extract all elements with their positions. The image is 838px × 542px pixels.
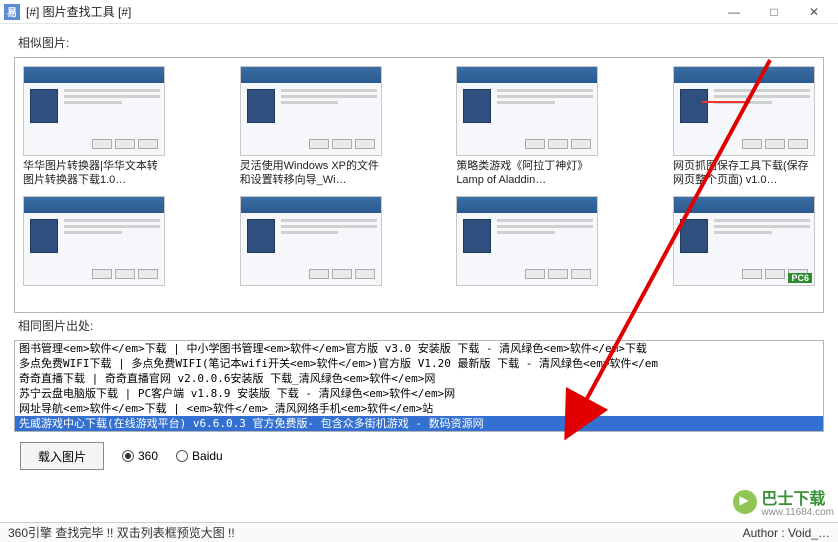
maximize-button[interactable]: □ (754, 0, 794, 24)
radio-360[interactable]: 360 (122, 449, 158, 463)
result-line-selected[interactable]: 先威游戏中心下载(在线游戏平台) v6.6.0.3 官方免费版- 包含众多街机游… (15, 416, 823, 431)
radio-dot-icon (176, 450, 188, 462)
thumbnail-image (456, 196, 598, 286)
status-left: 360引擎 查找完毕 !! 双击列表框预览大图 !! (8, 524, 235, 541)
thumbnail-item[interactable]: 策略类游戏《阿拉丁神灯》Lamp of Aladdin… (456, 66, 598, 188)
thumbnail-item[interactable] (240, 196, 382, 286)
minimize-button[interactable]: — (714, 0, 754, 24)
main-content: 相似图片: 华华图片转换器|华华文本转图片转换器下载1.0… 灵活使用Windo… (0, 24, 838, 470)
window-title: [#] 图片查找工具 [#] (26, 3, 714, 20)
thumbnail-caption: 华华图片转换器|华华文本转图片转换器下载1.0… (23, 160, 165, 188)
thumbnail-caption: 灵活使用Windows XP的文件和设置转移向导_Wi… (240, 160, 382, 188)
load-image-button[interactable]: 载入图片 (20, 442, 104, 470)
thumbnail-item[interactable]: 灵活使用Windows XP的文件和设置转移向导_Wi… (240, 66, 382, 188)
radio-dot-icon (122, 450, 134, 462)
results-list[interactable]: 图书管理<em>软件</em>下载 | 中小学图书管理<em>软件</em>官方… (14, 340, 824, 432)
result-line[interactable]: 苏宁云盘电脑版下载 | PC客户端 v1.8.9 安装版 下载 - 清风绿色<e… (15, 386, 823, 401)
watermark-text: 巴士下载 (761, 491, 825, 508)
similar-images-label: 相似图片: (18, 34, 824, 51)
status-bar: 360引擎 查找完毕 !! 双击列表框预览大图 !! Author : Void… (0, 522, 838, 542)
thumb-row: 华华图片转换器|华华文本转图片转换器下载1.0… 灵活使用Windows XP的… (23, 66, 815, 188)
thumbnail-image (240, 66, 382, 156)
app-icon: 易 (4, 4, 20, 20)
result-line[interactable]: 图书管理<em>软件</em>下载 | 中小学图书管理<em>软件</em>官方… (15, 341, 823, 356)
thumbnail-image (456, 66, 598, 156)
thumbnail-item[interactable]: 华华图片转换器|华华文本转图片转换器下载1.0… (23, 66, 165, 188)
watermark: 巴士下载 www.11684.com (733, 485, 834, 518)
thumbnail-caption: 网页抓图保存工具下载(保存网页整个页面) v1.0… (673, 160, 815, 188)
thumbnail-item[interactable] (456, 196, 598, 286)
thumbnail-caption: 策略类游戏《阿拉丁神灯》Lamp of Aladdin… (456, 160, 598, 188)
result-line[interactable]: 企管王计件工资管理<em>软件</em>下载 v8.5.7.96 官方版 (15, 431, 823, 432)
thumbnail-image: PC6 (673, 196, 815, 286)
radio-baidu[interactable]: Baidu (176, 449, 223, 463)
thumbnail-image (240, 196, 382, 286)
sources-label: 相同图片出处: (18, 317, 824, 334)
close-button[interactable]: ✕ (794, 0, 834, 24)
result-line[interactable]: 奇奇直播下载 | 奇奇直播官网 v2.0.0.6安装版 下载_清风绿色<em>软… (15, 371, 823, 386)
window-controls: — □ ✕ (714, 0, 834, 24)
result-line[interactable]: 网址导航<em>软件</em>下载 | <em>软件</em>_清风网络手机<e… (15, 401, 823, 416)
thumb-row: PC6 (23, 196, 815, 286)
status-right: Author : Void_… (743, 526, 830, 540)
similar-images-panel: 华华图片转换器|华华文本转图片转换器下载1.0… 灵活使用Windows XP的… (14, 57, 824, 313)
thumbnail-image (23, 196, 165, 286)
watermark-icon (733, 490, 757, 514)
thumbnail-item[interactable]: PC6 (673, 196, 815, 286)
pc6-badge: PC6 (788, 273, 812, 283)
thumbnail-image (673, 66, 815, 156)
thumbnail-image (23, 66, 165, 156)
bottom-controls: 载入图片 360 Baidu (14, 442, 824, 470)
thumbnail-item[interactable] (23, 196, 165, 286)
result-line[interactable]: 多点免费WIFI下载 | 多点免费WIFI(笔记本wifi开关<em>软件</e… (15, 356, 823, 371)
watermark-subtext: www.11684.com (761, 507, 834, 518)
title-bar: 易 [#] 图片查找工具 [#] — □ ✕ (0, 0, 838, 24)
thumbnail-item[interactable]: 网页抓图保存工具下载(保存网页整个页面) v1.0… (673, 66, 815, 188)
radio-360-label: 360 (138, 449, 158, 463)
radio-baidu-label: Baidu (192, 449, 223, 463)
